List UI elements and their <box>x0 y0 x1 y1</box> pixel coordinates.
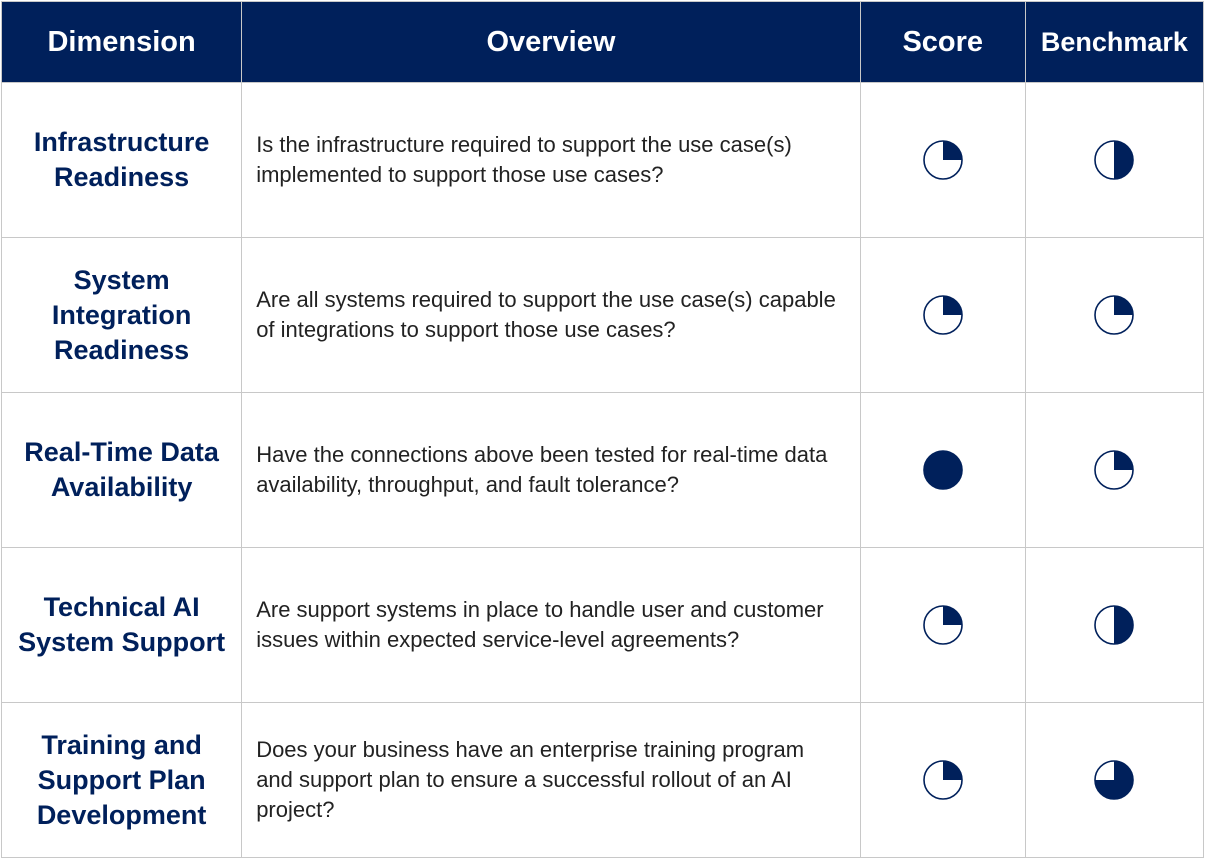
dimension-cell: Technical AI System Support <box>0 547 243 703</box>
assessment-table: Dimension Overview Score Benchmark Infra… <box>0 1 1205 858</box>
overview-cell: Have the connections above been tested f… <box>241 392 861 548</box>
header-overview: Overview <box>241 1 861 83</box>
harvey-ball-fill <box>942 296 962 315</box>
score-cell <box>859 82 1026 238</box>
table-row: System Integration Readiness Are all sys… <box>0 237 1205 393</box>
table-row: Technical AI System Support Are support … <box>0 547 1205 703</box>
harvey-ball-icon <box>922 605 963 645</box>
overview-cell: Are support systems in place to handle u… <box>241 547 861 703</box>
score-cell <box>859 392 1026 548</box>
benchmark-cell <box>1024 547 1205 703</box>
header-score: Score <box>859 1 1026 83</box>
harvey-ball-icon <box>1094 140 1135 180</box>
harvey-ball-fill <box>942 761 962 780</box>
overview-cell: Does your business have an enterprise tr… <box>241 702 861 858</box>
overview-cell: Are all systems required to support the … <box>241 237 861 393</box>
harvey-ball-fill <box>1114 296 1134 315</box>
overview-cell: Is the infrastructure required to suppor… <box>241 82 861 238</box>
harvey-ball-fill <box>942 141 962 160</box>
dimension-cell: Training and Support Plan Development <box>0 702 243 858</box>
harvey-ball-fill <box>1114 141 1134 179</box>
benchmark-cell <box>1024 702 1205 858</box>
harvey-ball-fill <box>942 606 962 625</box>
harvey-ball-icon <box>1094 295 1135 335</box>
table-row: Real-Time Data Availability Have the con… <box>0 392 1205 548</box>
harvey-ball-icon <box>922 140 963 180</box>
harvey-ball-icon <box>1094 760 1135 800</box>
benchmark-cell <box>1024 392 1205 548</box>
dimension-cell: System Integration Readiness <box>0 237 243 393</box>
header-dimension: Dimension <box>0 1 243 83</box>
harvey-ball-fill <box>1114 451 1134 470</box>
harvey-ball-icon <box>922 760 963 800</box>
score-cell <box>859 237 1026 393</box>
table-row: Training and Support Plan Development Do… <box>0 702 1205 858</box>
benchmark-cell <box>1024 82 1205 238</box>
harvey-ball-fill <box>1114 606 1134 644</box>
benchmark-cell <box>1024 237 1205 393</box>
harvey-ball-icon <box>922 295 963 335</box>
dimension-cell: Infrastructure Readiness <box>0 82 243 238</box>
harvey-ball-icon <box>1094 450 1135 490</box>
header-row: Dimension Overview Score Benchmark <box>0 1 1205 83</box>
dimension-cell: Real-Time Data Availability <box>0 392 243 548</box>
score-cell <box>859 702 1026 858</box>
harvey-ball-icon <box>1094 605 1135 645</box>
harvey-ball-outline <box>922 450 963 490</box>
score-cell <box>859 547 1026 703</box>
table-row: Infrastructure Readiness Is the infrastr… <box>0 82 1205 238</box>
header-benchmark: Benchmark <box>1024 1 1205 83</box>
harvey-ball-icon <box>922 450 963 490</box>
